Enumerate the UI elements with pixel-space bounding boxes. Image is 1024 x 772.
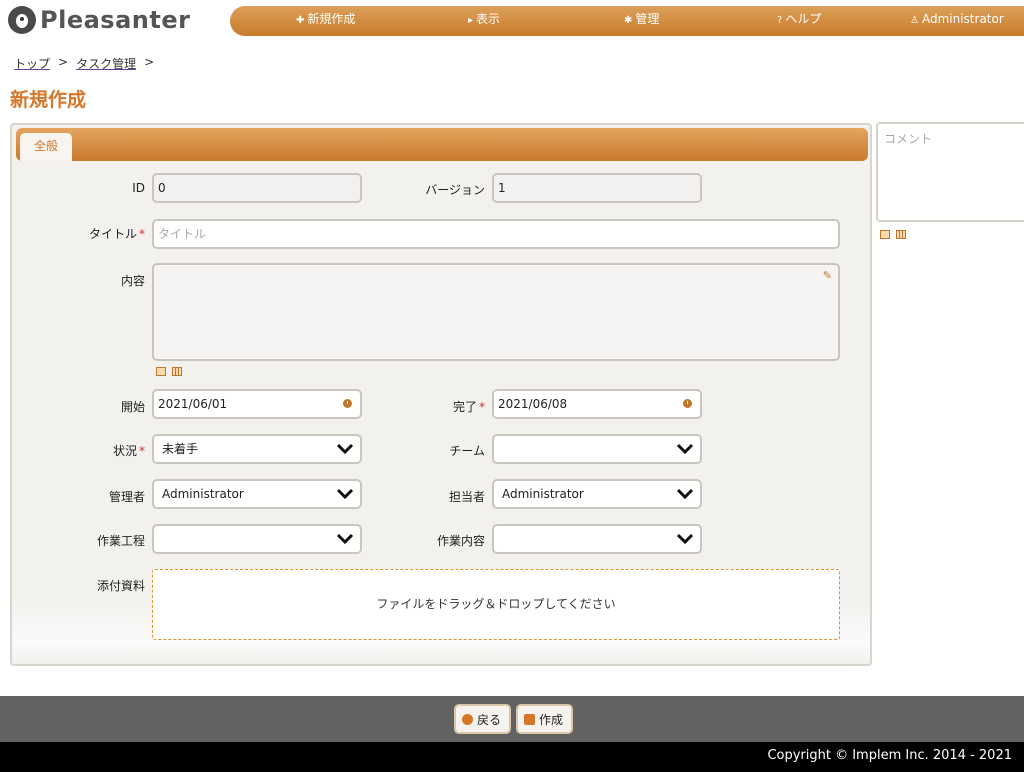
manager-label: 管理者 [108, 490, 145, 504]
start-date-value: 2021/06/01 [158, 397, 228, 411]
help-icon: ? [777, 15, 783, 26]
breadcrumb-top-link[interactable]: トップ [14, 55, 50, 72]
table-icon[interactable] [896, 230, 906, 239]
breadcrumb-task-link[interactable]: タスク管理 [76, 55, 136, 72]
title-input[interactable]: タイトル [152, 219, 840, 249]
status-select[interactable]: 未着手 [152, 434, 362, 464]
page-title: 新規作成 [10, 89, 87, 111]
pleasanter-bird-icon [8, 6, 36, 34]
back-arrow-icon [462, 713, 473, 725]
chevron-down-icon [676, 443, 694, 455]
manager-select[interactable]: Administrator [152, 479, 362, 509]
editor-panel: 全般 ID 0 バージョン 1 タイトル * タイトル 内容 ✎ 開始 2021/… [10, 123, 872, 666]
clock-icon[interactable] [343, 399, 352, 408]
chevron-down-icon [676, 488, 694, 500]
nav-admin-label: 管理 [635, 12, 660, 26]
command-bar: 戻る 作成 [0, 696, 1024, 742]
chevron-down-icon [336, 443, 354, 455]
image-icon[interactable] [156, 367, 166, 376]
body-label: 内容 [120, 274, 145, 288]
create-button-label: 作成 [539, 712, 564, 727]
copyright-bar: Copyright © Implem Inc. 2014 - 2021 [0, 742, 1024, 772]
plus-icon: ✚ [296, 15, 305, 26]
process-select[interactable] [152, 524, 362, 554]
comment-input[interactable]: コメント [876, 122, 1024, 222]
nav-help-button[interactable]: ? ヘルプ [777, 6, 821, 36]
work-select[interactable] [492, 524, 702, 554]
table-icon[interactable] [172, 367, 182, 376]
comment-tools [880, 230, 906, 239]
body-textarea[interactable]: ✎ [152, 263, 840, 361]
id-field: 0 [152, 173, 362, 203]
complete-label: 完了 * [452, 400, 485, 414]
nav-user-label: Administrator [921, 12, 1004, 26]
start-label: 開始 [120, 400, 145, 414]
nav-help-label: ヘルプ [785, 12, 822, 26]
logo-text: Pleasanter [40, 6, 191, 34]
back-button-label: 戻る [477, 712, 502, 727]
chevron-down-icon [676, 533, 694, 545]
nav-view-label: 表示 [476, 12, 501, 26]
title-label: タイトル * [88, 227, 145, 241]
status-value: 未着手 [162, 442, 199, 456]
start-date-input[interactable]: 2021/06/01 [152, 389, 362, 419]
owner-select[interactable]: Administrator [492, 479, 702, 509]
attachments-label: 添付資料 [96, 579, 145, 593]
version-label: バージョン [425, 183, 485, 197]
team-select[interactable] [492, 434, 702, 464]
complete-date-input[interactable]: 2021/06/08 [492, 389, 702, 419]
complete-date-value: 2021/06/08 [498, 397, 568, 411]
logo[interactable]: Pleasanter [8, 6, 190, 34]
id-label: ID [132, 181, 145, 195]
status-label: 状況 * [112, 444, 145, 458]
breadcrumb-separator: > [144, 55, 155, 69]
copyright-text: Copyright © Implem Inc. 2014 - 2021 [767, 748, 1012, 763]
gear-icon: ✱ [624, 15, 633, 26]
image-icon[interactable] [880, 230, 890, 239]
chevron-down-icon [336, 488, 354, 500]
team-label: チーム [449, 444, 485, 458]
process-label: 作業工程 [96, 534, 145, 548]
tab-bar: 全般 [16, 128, 868, 161]
save-icon [524, 713, 535, 725]
owner-value: Administrator [502, 487, 584, 501]
nav-admin-button[interactable]: ✱ 管理 [624, 6, 659, 36]
nav-view-button[interactable]: ▸ 表示 [468, 6, 500, 36]
user-icon: ♙ [910, 15, 919, 26]
work-label: 作業内容 [436, 534, 485, 548]
create-button[interactable]: 作成 [516, 704, 574, 734]
version-field: 1 [492, 173, 702, 203]
nav-new-button[interactable]: ✚ 新規作成 [296, 6, 355, 36]
owner-label: 担当者 [448, 490, 485, 504]
tab-general[interactable]: 全般 [20, 133, 73, 161]
manager-value: Administrator [162, 487, 244, 501]
pencil-icon[interactable]: ✎ [823, 269, 832, 282]
clock-icon[interactable] [683, 399, 692, 408]
chevron-down-icon [336, 533, 354, 545]
nav-user-button[interactable]: ♙ Administrator [910, 6, 1004, 36]
nav-new-label: 新規作成 [307, 12, 356, 26]
body-tools [156, 367, 182, 376]
top-navigation: ✚ 新規作成 ▸ 表示 ✱ 管理 ? ヘルプ ♙ Administrator [230, 6, 1024, 36]
caret-right-icon: ▸ [468, 15, 474, 26]
back-button[interactable]: 戻る [454, 704, 512, 734]
breadcrumb-separator: > [58, 55, 69, 69]
breadcrumb: トップ > タスク管理 > [14, 55, 154, 72]
attachments-dropzone[interactable]: ファイルをドラッグ＆ドロップしてください [152, 569, 840, 640]
